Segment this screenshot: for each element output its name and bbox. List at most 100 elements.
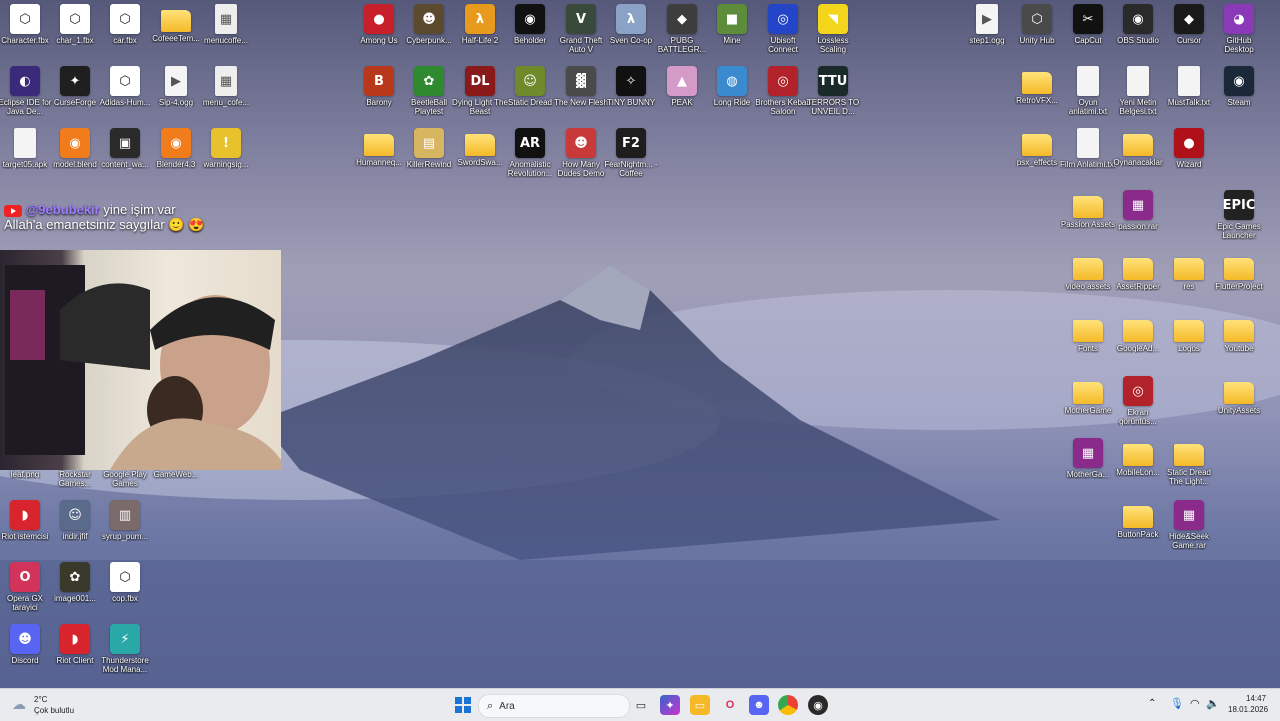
desktop-icon[interactable]: ⬡ char_1.fbx	[50, 0, 100, 60]
desktop-icon[interactable]: AssetRipper	[1113, 248, 1163, 308]
desktop-icon[interactable]: ✿ BeetleBall Playtest	[404, 62, 454, 122]
desktop-icon[interactable]: ☺ indir.jfif	[50, 496, 100, 556]
desktop-icon[interactable]: ⬡ Unity Hub	[1012, 0, 1062, 60]
desktop-icon[interactable]: ▦ menucoffe...	[201, 0, 251, 60]
desktop-icon[interactable]: ◉ Steam	[1214, 62, 1264, 122]
desktop-icon[interactable]: ◉ Beholder	[505, 0, 555, 60]
desktop-icon[interactable]: ◆ Cursor	[1164, 0, 1214, 60]
desktop-icon[interactable]: DL Dying Light The Beast	[452, 62, 508, 122]
weather-widget[interactable]: ☁ 2°C Çok bulutlu	[10, 693, 80, 717]
desktop-icon[interactable]: ● Wizard	[1164, 124, 1214, 184]
desktop-icon[interactable]: ⚡ Thunderstore Mod Mana...	[100, 620, 150, 680]
desktop-icon[interactable]: ✿ image001...	[50, 558, 100, 618]
desktop-icon[interactable]: ▶ Sip-4.ogg	[151, 62, 201, 122]
desktop-icon[interactable]: ☻ Cyberpunk...	[404, 0, 454, 60]
desktop-icon[interactable]: V Grand Theft Auto V	[556, 0, 606, 60]
desktop-icon[interactable]: ▥ syrup_pum...	[100, 496, 150, 556]
desktop-icon[interactable]: EPIC Epic Games Launcher	[1214, 186, 1264, 246]
desktop-icon[interactable]: Logos	[1164, 310, 1214, 370]
opera-gx-button[interactable]: O	[720, 695, 740, 715]
desktop-icon[interactable]: AR Anomalistic Revolution...	[505, 124, 555, 184]
chrome-button[interactable]	[778, 695, 798, 715]
desktop-icon[interactable]: video assets	[1063, 248, 1113, 308]
desktop-icon[interactable]: ▶ step1.ogg	[962, 0, 1012, 60]
start-button[interactable]	[453, 695, 473, 715]
desktop-icon[interactable]: ◎ Ekran görüntüs...	[1113, 372, 1163, 432]
desktop-icon[interactable]: Fonts	[1063, 310, 1113, 370]
desktop-icon[interactable]: ● Among Us	[354, 0, 404, 60]
desktop-icon[interactable]: Film Anlatimi.txt	[1060, 124, 1116, 184]
desktop-icon[interactable]: λ Sven Co-op	[606, 0, 656, 60]
desktop-icon[interactable]: ☺ Static Dread	[505, 62, 555, 122]
desktop-icon[interactable]: psx_effects	[1012, 124, 1062, 184]
wifi-icon[interactable]: ◠	[1190, 697, 1200, 710]
desktop-icon[interactable]: Static Dread The Light...	[1164, 434, 1214, 494]
desktop-icon[interactable]: ◆ PUBG BATTLEGR...	[657, 0, 707, 60]
desktop-icon[interactable]: ◗ Riot Client	[50, 620, 100, 680]
desktop-icon[interactable]: ! warningsig...	[201, 124, 251, 184]
desktop-icon[interactable]: ▣ content_wa...	[100, 124, 150, 184]
desktop-icon[interactable]: MustTalk.txt	[1164, 62, 1214, 122]
desktop-icon[interactable]: FlutterProject	[1214, 248, 1264, 308]
desktop-icon[interactable]: λ Half-Life 2	[455, 0, 505, 60]
desktop-icon[interactable]: ▲ PEAK	[657, 62, 707, 122]
desktop-icon[interactable]: ✧ TINY BUNNY	[606, 62, 656, 122]
desktop-icon[interactable]: ▦ MotherGa...	[1063, 434, 1113, 494]
desktop-icon[interactable]: RetroVFX...	[1012, 62, 1062, 122]
clock-date[interactable]: 18.01.2026	[1228, 705, 1268, 714]
desktop-icon[interactable]: MobileLon...	[1113, 434, 1163, 494]
discord-button[interactable]: ☻	[749, 695, 769, 715]
obs-button[interactable]: ◉	[808, 695, 828, 715]
desktop-icon[interactable]: Youtube	[1214, 310, 1264, 370]
desktop-icon[interactable]: F2 FearNightm... - Coffee	[604, 124, 658, 184]
desktop-icon[interactable]: ButtonPack	[1113, 496, 1163, 556]
desktop-icon[interactable]: ▓ The New Flesh	[554, 62, 608, 122]
task-view-button[interactable]: ▭	[631, 695, 651, 715]
desktop-icon[interactable]: ◉ Blender4.3	[151, 124, 201, 184]
taskbar-search[interactable]: ⌕ Ara	[478, 694, 630, 718]
desktop-icon[interactable]: O Opera GX tarayici	[0, 558, 50, 618]
desktop-icon[interactable]: Humanneq...	[354, 124, 404, 184]
desktop-icon[interactable]: CofeeeTem...	[151, 0, 201, 60]
volume-icon[interactable]: 🔈	[1206, 697, 1220, 710]
desktop-icon[interactable]: Oynanacaklar	[1113, 124, 1163, 184]
desktop-icon[interactable]: ✦ CurseForge	[50, 62, 100, 122]
desktop-icon[interactable]: GoogleAd...	[1113, 310, 1163, 370]
desktop-icon[interactable]: Passion Assets	[1061, 186, 1115, 246]
desktop-icon[interactable]: ⬡ cop.fbx	[100, 558, 150, 618]
desktop-icon[interactable]: ■ Mine	[707, 0, 757, 60]
desktop-icon[interactable]: target05.apk	[0, 124, 50, 184]
desktop-icon[interactable]: ◎ Brothers Kebab Saloon	[755, 62, 811, 122]
desktop-icon[interactable]: ◍ Long Ride	[707, 62, 757, 122]
desktop-icon[interactable]: ⬡ car.fbx	[100, 0, 150, 60]
desktop-icon[interactable]: ◗ Riot istemcisi	[0, 496, 50, 556]
desktop-icon[interactable]: ▤ KillerRewind	[404, 124, 454, 184]
desktop-icon[interactable]: ✂ CapCut	[1063, 0, 1113, 60]
desktop-icon[interactable]: ⬡ Adidas-Hum...	[100, 62, 150, 122]
desktop-icon[interactable]: ◐ Eclipse IDE for Java De...	[0, 62, 51, 122]
file-explorer-button[interactable]: ▭	[690, 695, 710, 715]
chevron-up-icon[interactable]: ⌃	[1148, 698, 1156, 709]
desktop-icon[interactable]: Yeni Metin Belgesi.txt	[1113, 62, 1163, 122]
desktop-icon[interactable]: res	[1164, 248, 1214, 308]
desktop-icon[interactable]: ▦ Hide&Seek Game.rar	[1164, 496, 1214, 556]
desktop-icon[interactable]: ◉ model.blend	[50, 124, 100, 184]
desktop-icon[interactable]: MotherGame	[1063, 372, 1113, 432]
desktop-icon[interactable]: ⬡ Character.fbx	[0, 0, 50, 60]
desktop-icon[interactable]: ▦ passion.rar	[1113, 186, 1163, 246]
desktop-icon[interactable]: TTU TERRORS TO UNVEIL D...	[807, 62, 859, 122]
desktop-icon[interactable]: B Barony	[354, 62, 404, 122]
desktop-icon[interactable]: ☻ How Many Dudes Demo	[556, 124, 606, 184]
desktop-icon[interactable]: UnityAssets	[1214, 372, 1264, 432]
desktop-icon[interactable]: ◎ Ubisoft Connect	[758, 0, 808, 60]
desktop-icon[interactable]: ☻ Discord	[0, 620, 50, 680]
clock-time[interactable]: 14:47	[1246, 694, 1266, 703]
desktop-icon[interactable]: ◉ OBS Studio	[1113, 0, 1163, 60]
desktop-icon[interactable]: ◕ GitHub Desktop	[1214, 0, 1264, 60]
desktop-icon[interactable]: ▦ menu_cofe...	[201, 62, 251, 122]
microphone-icon[interactable]: 🎙	[1170, 697, 1184, 710]
desktop-icon[interactable]: SwordSwa...	[455, 124, 505, 184]
desktop-icon[interactable]: Oyun anlatimi.txt	[1063, 62, 1113, 122]
copilot-button[interactable]: ✦	[660, 695, 680, 715]
desktop-icon[interactable]: ◥ Lossless Scaling	[808, 0, 858, 60]
